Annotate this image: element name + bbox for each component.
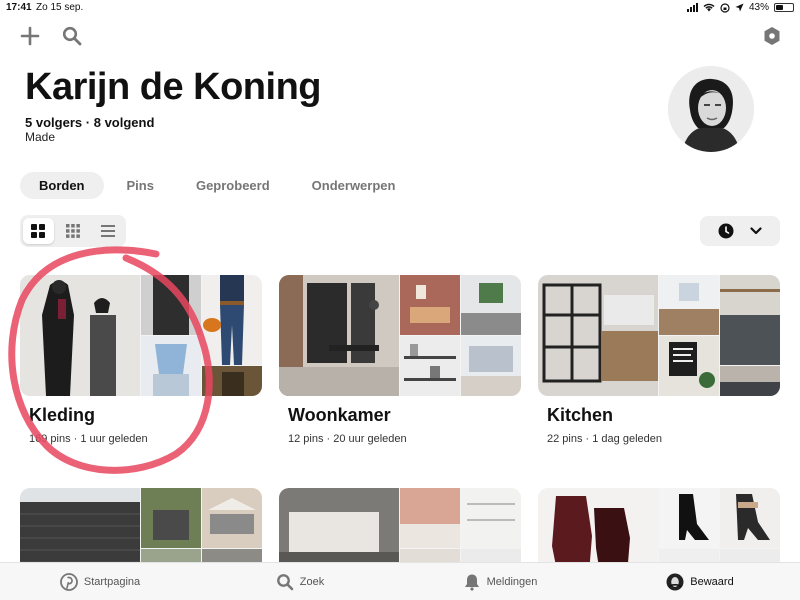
signal-icon: [686, 3, 698, 12]
pinterest-icon: [59, 572, 78, 591]
battery-icon: [774, 3, 794, 12]
board-card-woonkamer[interactable]: Woonkamer 12 pins · 20 uur geleden: [279, 275, 521, 445]
board-title: Kitchen: [547, 405, 614, 425]
settings-button[interactable]: [760, 24, 784, 48]
board-thumb: [400, 275, 460, 335]
board-thumb: [461, 488, 521, 548]
avatar-icon: [666, 573, 684, 591]
nav-meldingen[interactable]: Meldingen: [400, 563, 600, 600]
board-thumb: [461, 275, 521, 335]
lock-rotation-icon: [720, 2, 730, 13]
nav-label: Startpagina: [83, 575, 141, 588]
board-thumb: [720, 366, 780, 396]
board-thumb: [720, 488, 780, 548]
annotation-circle: [8, 246, 213, 474]
board-meta: 12 pins · 20 uur geleden: [288, 433, 407, 445]
status-right: 43%: [686, 2, 794, 13]
following-label[interactable]: volgend: [105, 115, 155, 130]
tab-geprobeerd[interactable]: Geprobeerd: [177, 172, 289, 199]
sort-button[interactable]: [700, 216, 780, 246]
bottom-nav: Startpagina Zoek Meldingen Bewaard: [0, 562, 800, 600]
followers-count[interactable]: 5: [25, 115, 32, 130]
bell-icon: [463, 573, 481, 591]
nav-label: Bewaard: [690, 575, 734, 588]
profile-stats: 5 volgers · 8 volgend: [25, 115, 154, 130]
nav-label: Meldingen: [486, 575, 538, 588]
status-time: 17:41: [6, 2, 32, 13]
board-thumb: [400, 336, 460, 396]
board-collage: [538, 275, 780, 396]
battery-percentage: 43%: [748, 2, 769, 13]
profile-name: Karijn de Koning: [25, 66, 322, 108]
board-thumb: [659, 488, 719, 548]
wifi-icon: [703, 3, 715, 12]
tab-borden[interactable]: Borden: [20, 172, 104, 199]
avatar-portrait: [668, 66, 754, 152]
board-collage: [279, 275, 521, 396]
search-button[interactable]: [60, 24, 84, 48]
nav-startpagina[interactable]: Startpagina: [0, 563, 200, 600]
board-thumb: [720, 275, 780, 365]
tab-onderwerpen[interactable]: Onderwerpen: [293, 172, 415, 199]
board-thumb: [461, 336, 521, 396]
add-button[interactable]: [18, 24, 42, 48]
status-date: Zo 15 sep.: [36, 2, 84, 13]
nav-label: Zoek: [299, 575, 325, 588]
status-bar: 17:41 Zo 15 sep. 43%: [0, 0, 800, 16]
nav-zoek[interactable]: Zoek: [200, 563, 400, 600]
plus-icon: [20, 26, 40, 46]
followers-label[interactable]: volgers: [36, 115, 82, 130]
following-count[interactable]: 8: [94, 115, 101, 130]
cover-image: [279, 275, 399, 396]
cover-image: [538, 275, 658, 396]
profile-subtitle: Made: [25, 130, 56, 144]
board-thumb: [400, 488, 460, 548]
list-icon: [100, 225, 115, 237]
location-icon: [735, 3, 744, 12]
board-card-kitchen[interactable]: Kitchen 22 pins · 1 dag geleden: [538, 275, 780, 445]
board-thumb: [659, 275, 719, 335]
hexagon-settings-icon: [764, 27, 780, 45]
board-meta: 22 pins · 1 dag geleden: [547, 433, 662, 445]
chevron-down-icon: [750, 227, 762, 235]
board-thumb: [659, 336, 719, 396]
nav-bewaard[interactable]: Bewaard: [600, 563, 800, 600]
clock-icon: [718, 223, 734, 239]
tab-pins[interactable]: Pins: [108, 172, 173, 199]
profile-avatar[interactable]: [668, 66, 754, 152]
grid-large-icon: [31, 224, 46, 238]
grid-small-icon: [66, 224, 80, 238]
search-icon: [276, 573, 294, 591]
search-icon: [62, 26, 82, 46]
board-title: Woonkamer: [288, 405, 391, 425]
profile-tabs: Borden Pins Geprobeerd Onderwerpen: [20, 172, 414, 199]
stats-separator: ·: [85, 115, 91, 130]
